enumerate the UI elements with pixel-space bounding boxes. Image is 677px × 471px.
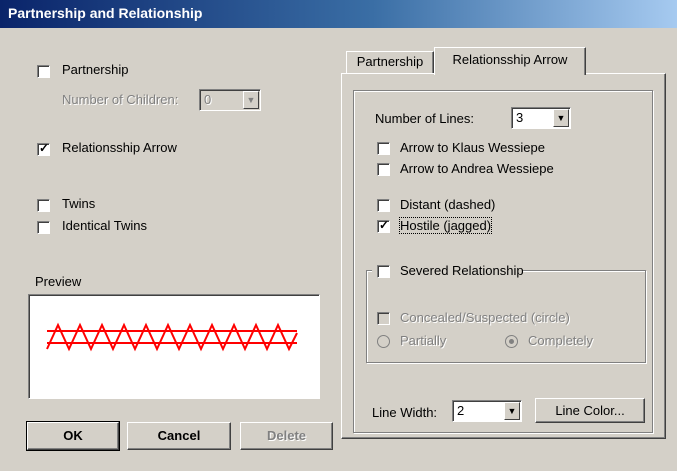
number-of-lines-label: Number of Lines:	[375, 111, 474, 126]
line-width-value: 2	[457, 403, 465, 418]
partially-label: Partially	[400, 333, 447, 348]
num-children-value: 0	[204, 92, 212, 107]
line-color-button-label: Line Color...	[555, 403, 625, 418]
arrow-to-andrea-label: Arrow to Andrea Wessiepe	[400, 161, 554, 176]
distant-label: Distant (dashed)	[400, 197, 496, 212]
tab-partnership[interactable]: Partnership	[346, 51, 434, 73]
tab-partnership-label: Partnership	[356, 54, 424, 69]
num-children-select[interactable]: 0 ▼	[199, 89, 261, 111]
preview-label: Preview	[35, 274, 82, 289]
partially-radio[interactable]	[377, 335, 390, 348]
hostile-label: Hostile (jagged)	[398, 217, 493, 234]
tab-relationship-arrow[interactable]: Relationsship Arrow	[434, 47, 586, 75]
hostile-checkbox[interactable]: ✓	[377, 218, 390, 233]
cancel-button-label: Cancel	[157, 428, 201, 443]
identical-twins-checkbox[interactable]	[37, 221, 50, 234]
delete-button-label: Delete	[266, 428, 307, 443]
line-width-select[interactable]: 2 ▼	[452, 400, 522, 422]
chevron-down-icon[interactable]: ▼	[243, 91, 259, 109]
line-color-button[interactable]: Line Color...	[535, 398, 645, 423]
preview-line-graphic	[46, 322, 298, 352]
identical-twins-label: Identical Twins	[62, 218, 148, 233]
number-of-lines-value: 3	[516, 110, 524, 125]
relationship-arrow-checkbox[interactable]: ✓	[37, 141, 50, 156]
partnership-checkbox[interactable]	[37, 65, 50, 78]
severed-label: Severed Relationship	[400, 263, 524, 278]
severed-checkbox[interactable]	[377, 265, 390, 278]
window-title: Partnership and Relationship	[8, 5, 203, 21]
num-children-label: Number of Children:	[62, 92, 179, 107]
completely-radio[interactable]	[505, 335, 518, 348]
concealed-checkbox[interactable]	[377, 312, 390, 325]
relationship-arrow-label: Relationsship Arrow	[62, 140, 177, 155]
number-of-lines-select[interactable]: 3 ▼	[511, 107, 571, 129]
distant-checkbox[interactable]	[377, 199, 390, 212]
ok-button-label: OK	[63, 428, 83, 443]
preview-box	[28, 294, 320, 399]
partnership-label: Partnership	[62, 62, 129, 77]
concealed-label: Concealed/Suspected (circle)	[400, 310, 570, 325]
checkmark-icon: ✓	[379, 218, 390, 232]
chevron-down-icon[interactable]: ▼	[504, 402, 520, 420]
delete-button[interactable]: Delete	[240, 422, 333, 450]
twins-checkbox[interactable]	[37, 199, 50, 212]
chevron-down-icon[interactable]: ▼	[553, 109, 569, 127]
arrow-to-andrea-checkbox[interactable]	[377, 163, 390, 176]
radio-dot-icon	[509, 339, 514, 344]
checkmark-icon: ✓	[39, 141, 50, 155]
arrow-to-klaus-label: Arrow to Klaus Wessiepe	[400, 140, 545, 155]
tab-relationship-arrow-label: Relationsship Arrow	[452, 52, 568, 67]
completely-label: Completely	[528, 333, 594, 348]
cancel-button[interactable]: Cancel	[127, 422, 231, 450]
twins-label: Twins	[62, 196, 96, 211]
ok-button[interactable]: OK	[26, 421, 120, 451]
arrow-to-klaus-checkbox[interactable]	[377, 142, 390, 155]
line-width-label: Line Width:	[372, 405, 438, 420]
title-bar: Partnership and Relationship	[0, 0, 677, 28]
